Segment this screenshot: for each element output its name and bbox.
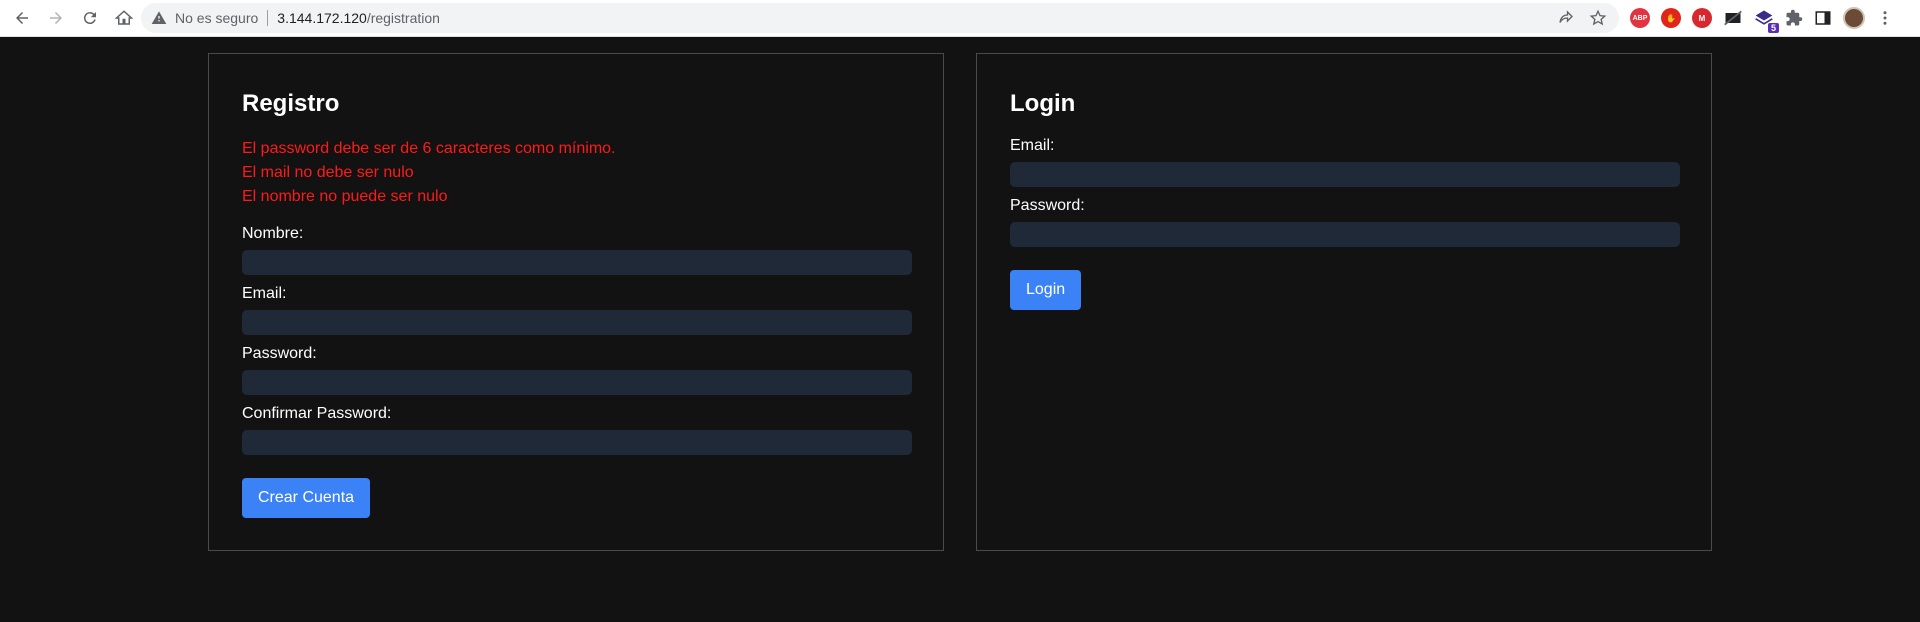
error-message: El mail no debe ser nulo (242, 164, 414, 181)
share-icon[interactable] (1557, 9, 1575, 27)
profile-avatar[interactable] (1843, 7, 1865, 29)
browser-toolbar: No es seguro 3.144.172.120/registration … (0, 0, 1920, 37)
puzzle-icon[interactable] (1785, 9, 1803, 27)
login-title: Login (1010, 90, 1076, 117)
url-host: 3.144.172.120 (277, 10, 367, 26)
reload-icon (83, 12, 96, 25)
url-path: /registration (366, 10, 440, 26)
security-status[interactable]: No es seguro (175, 10, 258, 26)
login-button[interactable]: Login (1010, 270, 1082, 310)
mega-icon[interactable]: M (1692, 8, 1712, 28)
address-bar[interactable]: No es seguro 3.144.172.120/registration (141, 3, 1619, 33)
arrow-right-icon (50, 12, 62, 24)
forward-button[interactable] (46, 8, 66, 28)
stop-hand-icon[interactable]: ✋ (1661, 8, 1681, 28)
error-message: El nombre no puede ser nulo (242, 188, 448, 205)
error-message: El password debe ser de 6 caracteres com… (242, 140, 616, 157)
email-input[interactable] (242, 310, 912, 335)
password-label: Password: (242, 345, 317, 362)
error-list: El password debe ser de 6 caracteres com… (242, 137, 616, 209)
email-label: Email: (242, 285, 287, 302)
name-label: Nombre: (242, 225, 304, 242)
extensions-bar: ABP ✋ M 5 (1630, 6, 1894, 33)
more-menu-icon[interactable] (1876, 9, 1894, 27)
register-panel: Registro El password debe ser de 6 carac… (208, 53, 944, 551)
reload-button[interactable] (80, 8, 100, 28)
crossed-extension-icon[interactable] (1723, 8, 1743, 28)
confirm-password-input[interactable] (242, 430, 912, 455)
login-email-label: Email: (1010, 137, 1055, 154)
create-account-button[interactable]: Crear Cuenta (242, 478, 371, 518)
confirm-password-label: Confirmar Password: (242, 405, 392, 422)
star-icon[interactable] (1589, 9, 1607, 27)
separator (267, 10, 269, 26)
arrow-left-icon (16, 12, 28, 24)
stack-extension-icon[interactable]: 5 (1754, 8, 1779, 33)
extension-badge: 5 (1767, 23, 1779, 33)
back-button[interactable] (12, 8, 32, 28)
warning-icon (151, 11, 167, 24)
side-panel-icon[interactable] (1814, 9, 1832, 27)
name-input[interactable] (242, 250, 912, 275)
home-button[interactable] (114, 8, 134, 28)
login-email-input[interactable] (1010, 162, 1680, 187)
adblock-plus-icon[interactable]: ABP (1630, 8, 1650, 28)
password-input[interactable] (242, 370, 912, 395)
login-password-label: Password: (1010, 197, 1085, 214)
register-title: Registro (242, 90, 340, 117)
login-password-input[interactable] (1010, 222, 1680, 247)
home-icon (115, 10, 133, 25)
login-panel: Login Email: Password: Login (976, 53, 1712, 551)
